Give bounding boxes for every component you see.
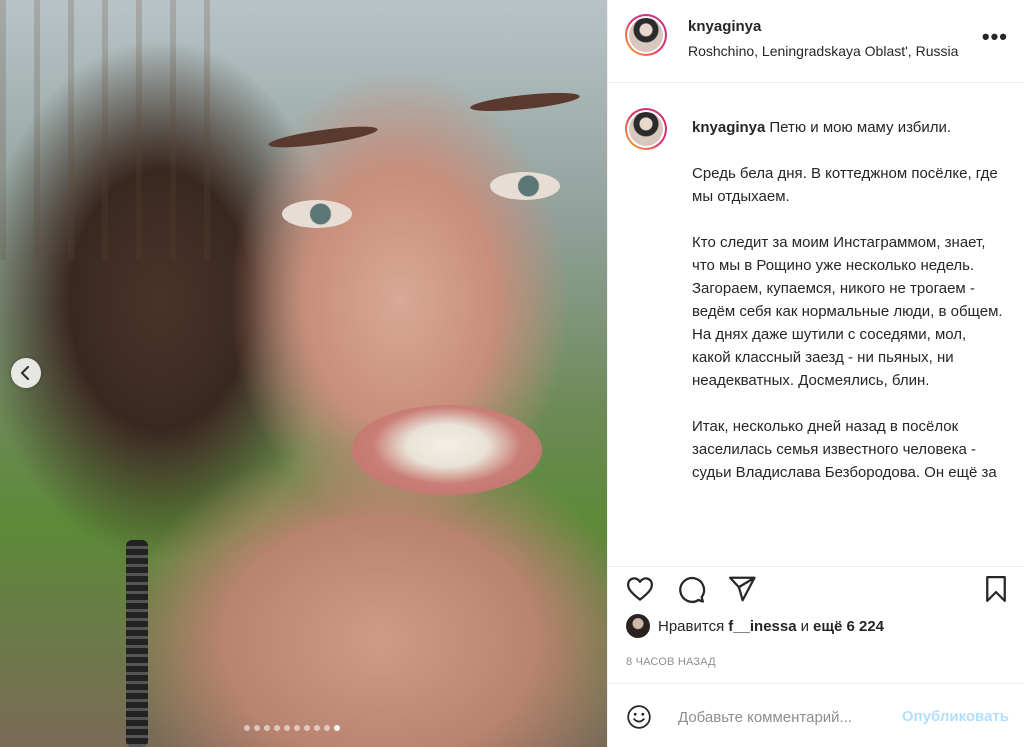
avatar[interactable] [625, 108, 667, 150]
liker-username-link[interactable]: f__inessa [728, 618, 796, 635]
photo-detail [490, 172, 560, 200]
post-sidebar: knyaginya Roshchino, Leningradskaya Obla… [607, 0, 1024, 747]
carousel-dot [294, 725, 300, 731]
photo-detail [352, 405, 542, 495]
post-timestamp[interactable]: 8 ЧАСОВ НАЗАД [626, 656, 716, 668]
chevron-left-icon [20, 366, 30, 380]
post-header: knyaginya Roshchino, Leningradskaya Obla… [608, 0, 1024, 83]
likes-prefix: Нравится [658, 617, 725, 635]
carousel-dot [324, 725, 330, 731]
bookmark-icon[interactable] [981, 574, 1011, 604]
caption-section: knyaginya Петю и мою маму избили. Средь б… [608, 84, 1024, 566]
carousel-indicator [244, 725, 340, 731]
carousel-dot [244, 725, 250, 731]
comment-form: Опубликовать [608, 683, 1024, 747]
carousel-prev-button[interactable] [11, 358, 41, 388]
post-media [0, 0, 607, 747]
publish-button[interactable]: Опубликовать [902, 708, 1009, 725]
carousel-dot [274, 725, 280, 731]
likes-count-link[interactable]: ещё 6 224 [813, 618, 884, 635]
action-bar [608, 566, 1024, 610]
carousel-dot [334, 725, 340, 731]
emoji-icon[interactable] [626, 704, 652, 730]
photo-detail [282, 200, 352, 228]
comment-icon[interactable] [676, 574, 706, 604]
header-username-link[interactable]: knyaginya [688, 18, 761, 35]
caption-body: Петю и мою маму избили. Средь бела дня. … [692, 119, 1003, 481]
location-link[interactable]: Roshchino, Leningradskaya Oblast', Russi… [688, 43, 958, 59]
background-trees [0, 0, 230, 260]
photo-detail [267, 122, 379, 152]
caption-username-link[interactable]: knyaginya [692, 119, 765, 136]
likes-conjunction: и [800, 617, 809, 635]
comment-input[interactable] [678, 706, 888, 728]
avatar[interactable] [625, 14, 667, 56]
photo-detail [469, 89, 581, 115]
more-options-icon[interactable]: ••• [982, 24, 1008, 50]
share-icon[interactable] [727, 574, 757, 604]
carousel-dot [254, 725, 260, 731]
heart-icon[interactable] [625, 574, 655, 604]
photo-detail [126, 540, 148, 747]
liker-avatar[interactable] [626, 614, 650, 638]
caption-text: knyaginya Петю и мою маму избили. Средь б… [692, 116, 1007, 484]
carousel-dot [264, 725, 270, 731]
carousel-dot [304, 725, 310, 731]
carousel-dot [284, 725, 290, 731]
likes-summary: Нравится f__inessa и ещё 6 224 [626, 614, 888, 638]
carousel-dot [314, 725, 320, 731]
